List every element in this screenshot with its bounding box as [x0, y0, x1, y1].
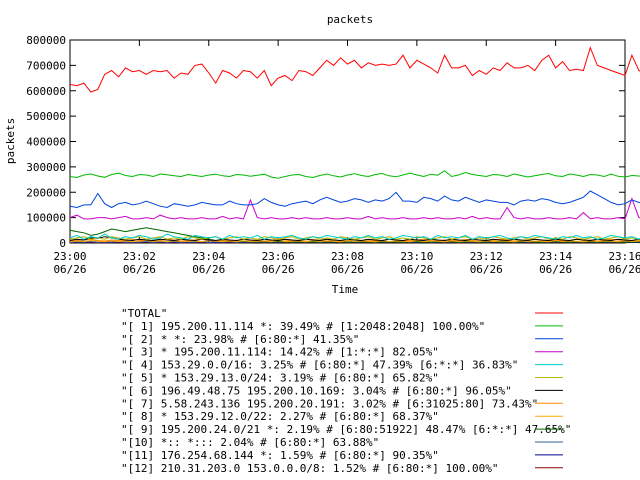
x-tick-time: 23:04 [192, 250, 225, 263]
series-line-1 [69, 170, 640, 179]
y-tick-label: 700000 [26, 59, 66, 72]
y-tick-label: 0 [59, 237, 66, 250]
legend-label: "[ 8] * 153.29.12.0/22: 2.27% # [6:80:*]… [121, 410, 439, 423]
x-tick-date: 06/26 [331, 263, 364, 276]
x-tick-time: 23:10 [400, 250, 433, 263]
x-tick-time: 23:16 [608, 250, 640, 263]
x-tick-time: 23:02 [123, 250, 156, 263]
x-tick-date: 06/26 [262, 263, 295, 276]
y-axis-label: packets [4, 118, 17, 164]
legend-label: "[12] 210.31.203.0 153.0.0.0/8: 1.52% # … [121, 462, 499, 475]
legend-label: "[ 1] 195.200.11.114 *: 39.49% # [1:2048… [121, 320, 485, 333]
x-tick-time: 23:12 [470, 250, 503, 263]
legend-label: "TOTAL" [121, 307, 167, 320]
y-tick-label: 600000 [26, 85, 66, 98]
legend-label: "[ 6] 196.49.48.75 195.200.10.169: 3.04%… [121, 384, 512, 397]
legend: "TOTAL""[ 1] 195.200.11.114 *: 39.49% # … [121, 307, 571, 475]
x-axis-label: Time [332, 283, 359, 296]
x-tick-time: 23:06 [262, 250, 295, 263]
legend-label: "[ 9] 195.200.24.0/21 *: 2.19% # [6:80:5… [121, 423, 571, 436]
x-tick-date: 06/26 [123, 263, 156, 276]
x-tick-date: 06/26 [470, 263, 503, 276]
chart-title: packets [327, 13, 373, 26]
series-lines [69, 46, 640, 244]
legend-label: "[10] *:: *::: 2.04% # [6:80:*] 63.88%" [121, 436, 379, 449]
legend-label: "[ 3] * 195.200.11.114: 14.42% # [1:*:*]… [121, 346, 439, 359]
packets-chart: packets packets Time 0 100000 200000 300000… [4, 13, 640, 475]
legend-label: "[ 4] 153.29.0.0/16: 3.25% # [6:80:*] 47… [121, 359, 518, 372]
legend-label: "[ 2] * *: 23.98% # [6:80:*] 41.35%" [121, 333, 359, 346]
y-tick-label: 200000 [26, 186, 66, 199]
series-line-0 [69, 46, 640, 93]
x-tick-date: 06/26 [192, 263, 225, 276]
legend-label: "[ 7] 5.58.243.136 195.200.20.191: 3.02%… [121, 397, 538, 410]
x-tick-date: 06/26 [400, 263, 433, 276]
x-tick-date: 06/26 [53, 263, 86, 276]
x-tick-time: 23:14 [539, 250, 572, 263]
series-line-2 [69, 190, 640, 209]
y-tick-label: 500000 [26, 110, 66, 123]
y-tick-label: 400000 [26, 136, 66, 149]
x-tick-time: 23:00 [53, 250, 86, 263]
legend-label: "[ 5] * 153.29.13.0/24: 3.19% # [6:80:*]… [121, 372, 439, 385]
x-tick-date: 06/26 [608, 263, 640, 276]
y-tick-label: 300000 [26, 161, 66, 174]
x-tick-date: 06/26 [539, 263, 572, 276]
legend-label: "[11] 176.254.68.144 *: 1.59% # [6:80:*]… [121, 449, 439, 462]
x-tick-time: 23:08 [331, 250, 364, 263]
y-tick-label: 800000 [26, 34, 66, 47]
y-tick-label: 100000 [26, 212, 66, 225]
